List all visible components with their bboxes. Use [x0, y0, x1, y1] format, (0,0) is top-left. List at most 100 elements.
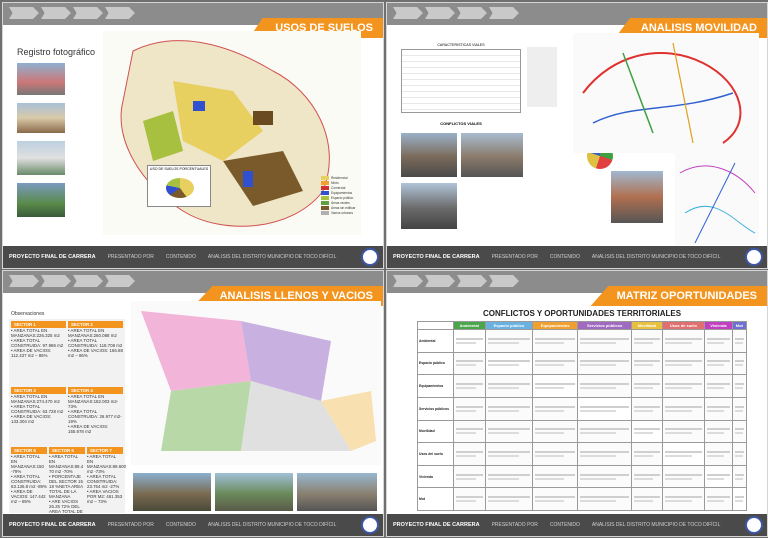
step-arrow — [9, 275, 39, 287]
conflict-photo-1 — [401, 133, 457, 177]
land-use-chart: USO DE SUELOS PORCENTUALES — [147, 165, 211, 207]
sector-name: SECTOR 5 — [11, 447, 47, 454]
content-label: CONTENIDO — [549, 254, 580, 260]
sector-line: • AREA TOTAL EN MANZANAS:89.4 70 m2 -70% — [49, 454, 84, 474]
project-label: PROYECTO FINAL DE CARRERA — [9, 522, 96, 528]
step-arrows — [393, 7, 519, 19]
sector-line: • AREA TOTAL CONSTRUIDA: 63.728 m2 — [11, 404, 64, 414]
panel-footer: PROYECTO FINAL DE CARRERA PRESENTADO POR… — [3, 246, 383, 268]
matrix-cell — [704, 464, 733, 489]
panel-footer: PROYECTO FINAL DE CARRERA PRESENTADO POR… — [387, 246, 767, 268]
corner-cell — [417, 321, 454, 330]
matrix-cell — [631, 442, 663, 466]
sector-line: • AREA TOTAL EN MANZANAS:274.470 m2 — [11, 394, 60, 404]
matrix-cell — [484, 374, 534, 398]
matrix-cell — [661, 396, 706, 421]
content-label: CONTENIDO — [165, 522, 196, 528]
matrix-cell — [484, 442, 534, 466]
step-arrow — [73, 275, 103, 287]
project-label: PROYECTO FINAL DE CARRERA — [9, 254, 96, 260]
matrix-header: Equipamientos — [532, 321, 579, 330]
topic-label: ANALISIS DEL DISTRITO MUNICIPIO DE TOCO … — [591, 254, 721, 260]
project-label: PROYECTO FINAL DE CARRERA — [393, 522, 480, 528]
matrix-cell — [453, 487, 486, 511]
matrix-row-label: Vivienda — [417, 464, 454, 489]
matrix-cell — [731, 464, 748, 489]
road-hierarchy-drawing — [679, 162, 756, 244]
matrix-cell — [453, 464, 486, 489]
topic-label: ANALISIS DEL DISTRITO MUNICIPIO DE TOCO … — [591, 522, 721, 528]
step-arrow — [393, 7, 423, 19]
presented-label: PRESENTADO POR — [491, 254, 538, 260]
matrix-body: Ambiental Espacio público Equipamientos Ser… — [417, 329, 748, 511]
presentation-grid: USOS DE SUELOS Registro fotográfico USO … — [0, 0, 768, 538]
matrix-title: CONFLICTOS Y OPORTUNIDADES TERRITORIALES — [482, 309, 682, 318]
photo-2 — [17, 103, 65, 133]
matrix-cell — [484, 329, 534, 353]
matrix-cell — [532, 464, 579, 489]
matrix-cell — [484, 351, 534, 376]
matrix-cell — [577, 464, 633, 489]
matrix-row: Equipamientos — [417, 374, 748, 398]
matrix-cell — [661, 329, 706, 353]
sector-summary: SECTOR 1 • AREA TOTAL EN MANZANAS:226.32… — [9, 319, 126, 519]
sector-line: • PORCENTAJE DEL SECTOR 15 18 %NETA AREA… — [49, 474, 83, 499]
matrix-row: Servicios públicos — [417, 396, 748, 421]
sector-line: • AREA TOTAL CONSTRUIDA: 23.764 m2 -27% — [87, 474, 120, 489]
panel-matriz: MATRIZ OPORTUNIDADES CONFLICTOS Y OPORTU… — [386, 270, 768, 537]
conflict-photo-4 — [611, 171, 663, 223]
matrix-cell — [631, 487, 663, 511]
matrix-cell — [532, 351, 579, 376]
sector-card: SECTOR 3 • AREA TOTAL EN MANZANAS:274.47… — [11, 387, 66, 424]
matrix-cell — [577, 396, 633, 421]
matrix-cell — [453, 419, 486, 444]
matrix-cell — [704, 487, 733, 511]
step-arrows — [9, 7, 135, 19]
step-arrow — [9, 7, 39, 19]
figure-ground-drawing — [141, 311, 376, 451]
matrix-cell — [731, 419, 748, 444]
sector-name: SECTOR 2 — [68, 321, 123, 328]
matrix-cell — [731, 329, 748, 353]
figure-ground-map — [131, 301, 381, 465]
matrix-row: Espacio público — [417, 351, 748, 376]
matrix-cell — [731, 442, 748, 466]
matrix-cell — [661, 464, 706, 489]
panel-title: MATRIZ OPORTUNIDADES — [590, 286, 767, 306]
matrix-cell — [631, 396, 663, 421]
sector-line: • AREA VACIOS POR M2: 461.353 m2 – 73% — [87, 489, 123, 504]
sector-line: • AREA TOTAL CONSTRUIDA: 63.136.8 m2 -89… — [11, 474, 47, 489]
matrix-header: Vivienda — [704, 321, 733, 330]
matrix-cell — [453, 396, 486, 421]
matrix-cell — [661, 374, 706, 398]
topic-label: ANALISIS DEL DISTRITO MUNICIPIO DE TOCO … — [207, 254, 337, 260]
matrix-cell — [484, 487, 534, 511]
matrix-cell — [731, 396, 748, 421]
matrix-row: Mot — [417, 487, 748, 511]
road-profiles — [527, 47, 557, 107]
matrix-cell — [631, 329, 663, 353]
observations-title: Observaciones — [11, 311, 45, 317]
matrix-cell — [661, 487, 706, 511]
step-arrow — [457, 7, 487, 19]
step-arrow — [425, 275, 455, 287]
sector-line: • AREA TOTAL CONSTRUIDA: 26.977 m2-19% — [68, 409, 122, 424]
matrix-header: Servicios públicos — [577, 321, 633, 330]
street-photo-2 — [215, 473, 293, 511]
panel-usos-suelos: USOS DE SUELOS Registro fotográfico USO … — [2, 2, 384, 269]
matrix-row: Movilidad — [417, 419, 748, 444]
matrix-cell — [577, 487, 633, 511]
content-label: CONTENIDO — [549, 522, 580, 528]
sector-name: SECTOR 1 — [11, 321, 66, 328]
matrix-cell — [453, 374, 486, 398]
step-arrow — [457, 275, 487, 287]
presented-label: PRESENTADO POR — [491, 522, 538, 528]
matrix-cell — [577, 442, 633, 466]
matrix-row-label: Equipamientos — [417, 374, 454, 398]
map-legend: Residencial Mixto Comercial Equipamiento… — [321, 175, 361, 215]
matrix-cell — [532, 329, 579, 353]
project-label: PROYECTO FINAL DE CARRERA — [393, 254, 480, 260]
matrix-header: Usos de suelo — [661, 321, 706, 330]
matrix-cell — [704, 419, 733, 444]
chart-title: USO DE SUELOS PORCENTUALES — [149, 167, 209, 171]
